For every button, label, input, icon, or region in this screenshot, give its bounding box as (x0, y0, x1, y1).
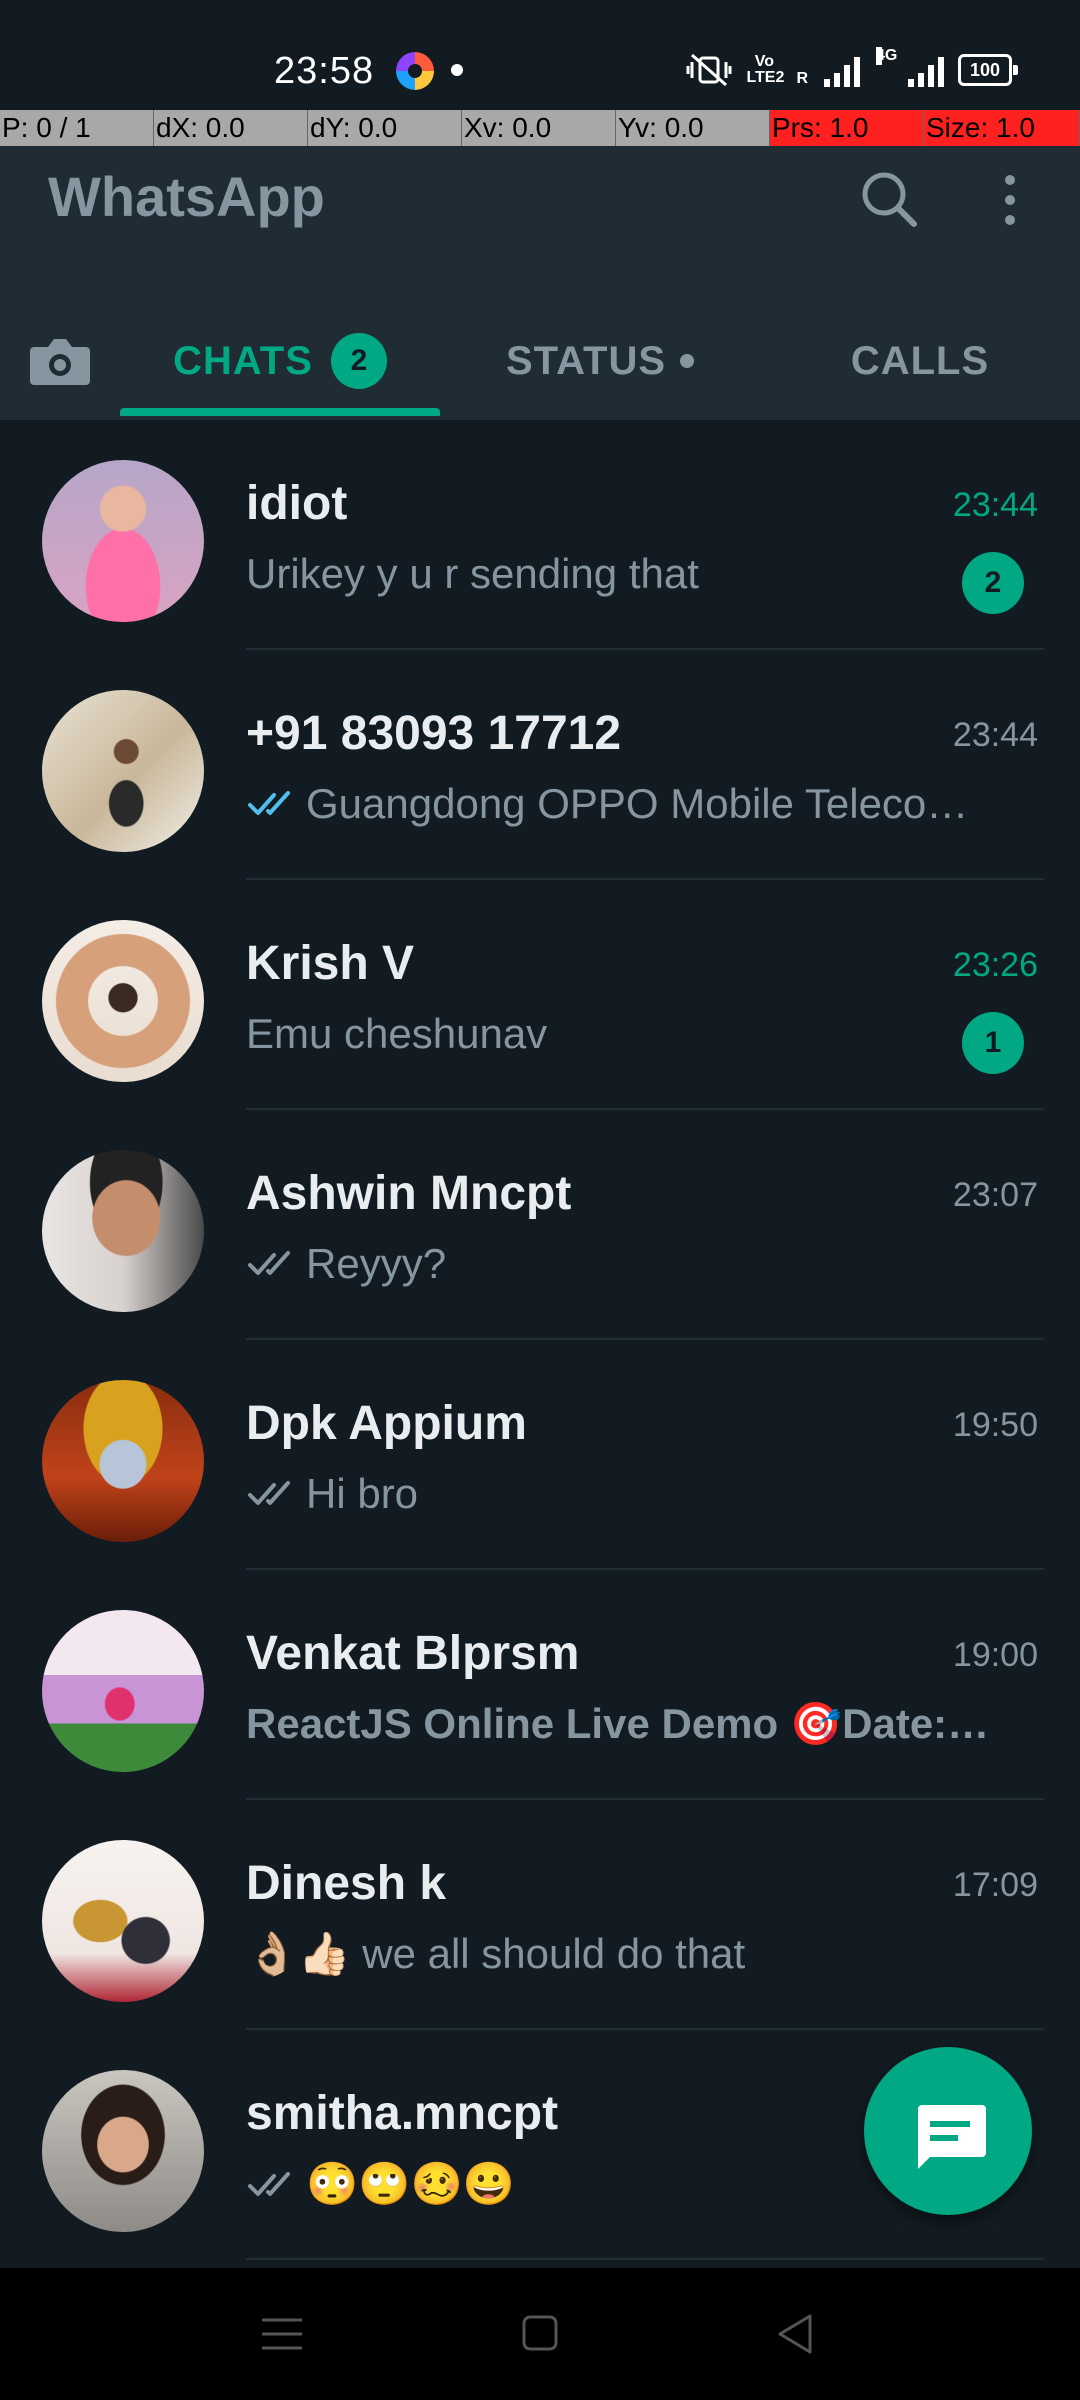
camera-icon[interactable] (20, 321, 100, 401)
status-update-dot (680, 354, 695, 368)
chat-time: 23:26 (952, 946, 1038, 984)
unread-count-badge: 1 (962, 1012, 1024, 1074)
delta-x: dX: 0.0 (154, 110, 308, 146)
new-chat-icon (918, 2105, 986, 2169)
more-vert-icon[interactable] (980, 160, 1040, 240)
velocity-x: Xv: 0.0 (462, 110, 616, 146)
chat-time: 17:09 (952, 1866, 1038, 1904)
avatar[interactable] (42, 690, 204, 852)
chat-last-message: Emu cheshunav (246, 1010, 548, 1057)
chat-name: +91 83093 17712 (246, 707, 622, 760)
chat-row-ashwin-mncpt[interactable]: Ashwin Mncpt 23:07 Reyyy? (0, 1110, 1080, 1340)
delivered-ticks-icon (248, 1251, 290, 1275)
chat-last-message: Reyyy? (246, 1240, 1006, 1288)
chat-row-krish-v[interactable]: Krish V 23:26 Emu cheshunav 1 (0, 880, 1080, 1110)
chat-last-message: Guangdong OPPO Mobile Teleco… (246, 780, 1006, 828)
tab-calls[interactable]: CALLS (780, 326, 1060, 396)
status-time: 23:58 (274, 50, 375, 92)
pressure: Prs: 1.0 (770, 110, 924, 146)
chat-row-dpk-appium[interactable]: Dpk Appium 19:50 Hi bro (0, 1340, 1080, 1570)
tab-status[interactable]: STATUS (450, 326, 750, 396)
volte-label: Vo LTE2 (746, 53, 785, 86)
status-icons: Vo LTE2 R 4G 100 (686, 47, 1018, 88)
tab-calls-label: CALLS (850, 338, 990, 383)
chat-row-phone-number[interactable]: +91 83093 17712 23:44 Guangdong OPPO Mob… (0, 650, 1080, 880)
chat-row-idiot[interactable]: idiot 23:44 Urikey y u r sending that 2 (0, 420, 1080, 650)
avatar[interactable] (42, 1380, 204, 1542)
avatar[interactable] (42, 1150, 204, 1312)
pointer-count: P: 0 / 1 (0, 110, 154, 146)
chat-name: smitha.mncpt (246, 2087, 559, 2140)
active-tab-indicator (120, 408, 440, 416)
menu-lines-icon[interactable] (252, 2308, 312, 2360)
delta-y: dY: 0.0 (308, 110, 462, 146)
chat-last-message: Urikey y u r sending that (246, 550, 699, 597)
back-triangle-icon[interactable] (766, 2308, 826, 2360)
divider (246, 2258, 1044, 2260)
vibrate-mute-icon (686, 53, 732, 87)
roaming-label: R (796, 70, 808, 87)
notification-dot-icon (451, 64, 463, 76)
avatar[interactable] (42, 920, 204, 1082)
velocity-y: Yv: 0.0 (616, 110, 770, 146)
tab-bar: CHATS 2 STATUS CALLS (0, 296, 1080, 420)
chat-last-message: ReactJS Online Live Demo 🎯Date:… (246, 1700, 990, 1747)
chat-name: Dpk Appium (246, 1397, 527, 1450)
chat-last-message: 👌🏼👍🏻 we all should do that (246, 1930, 746, 1977)
status-bar: 23:58 Vo LTE2 R 4G 100 (0, 0, 1080, 110)
avatar[interactable] (42, 1610, 204, 1772)
chat-time: 23:44 (952, 486, 1038, 524)
system-navigation-bar (0, 2268, 1080, 2400)
chats-unread-badge: 2 (330, 333, 387, 389)
unread-count-badge: 2 (962, 552, 1024, 614)
signal-strength-icon-1 (824, 53, 860, 87)
signal-strength-icon-2: 4G (876, 47, 944, 87)
tab-status-label: STATUS (505, 338, 667, 383)
chat-name: Dinesh k (246, 1857, 447, 1910)
tab-chats[interactable]: CHATS 2 (120, 326, 440, 396)
chat-name: idiot (246, 477, 348, 530)
avatar[interactable] (42, 2070, 204, 2232)
read-ticks-icon (248, 791, 290, 815)
tab-chats-label: CHATS (173, 338, 313, 383)
app-title: WhatsApp (48, 165, 325, 228)
chat-row-venkat-blprsm[interactable]: Venkat Blprsm 19:00 ReactJS Online Live … (0, 1570, 1080, 1800)
chat-time: 23:07 (952, 1176, 1038, 1214)
chat-time: 19:50 (952, 1406, 1038, 1444)
chat-name: Krish V (246, 937, 415, 990)
chat-last-message: Hi bro (246, 1470, 1006, 1518)
home-square-icon[interactable] (510, 2308, 570, 2360)
battery-icon: 100 (958, 54, 1018, 86)
touch-size: Size: 1.0 (924, 110, 1080, 146)
new-chat-button[interactable] (864, 2047, 1032, 2215)
chat-name: Ashwin Mncpt (246, 1167, 572, 1220)
chat-list: idiot 23:44 Urikey y u r sending that 2 … (0, 420, 1080, 2268)
browser-app-icon (396, 52, 434, 90)
pointer-location-overlay: P: 0 / 1 dX: 0.0 dY: 0.0 Xv: 0.0 Yv: 0.0… (0, 110, 1080, 146)
chat-name: Venkat Blprsm (246, 1627, 580, 1680)
avatar[interactable] (42, 460, 204, 622)
search-icon[interactable] (850, 160, 930, 240)
delivered-ticks-icon (248, 2171, 290, 2196)
chat-row-dinesh-k[interactable]: Dinesh k 17:09 👌🏼👍🏻 we all should do tha… (0, 1800, 1080, 2030)
avatar[interactable] (42, 1840, 204, 2002)
app-bar: WhatsApp CHATS 2 STATUS CALLS (0, 146, 1080, 420)
chat-time: 23:44 (952, 716, 1038, 754)
delivered-ticks-icon (248, 1481, 290, 1505)
chat-time: 19:00 (952, 1636, 1038, 1674)
network-4g-label: 4G (876, 47, 898, 65)
